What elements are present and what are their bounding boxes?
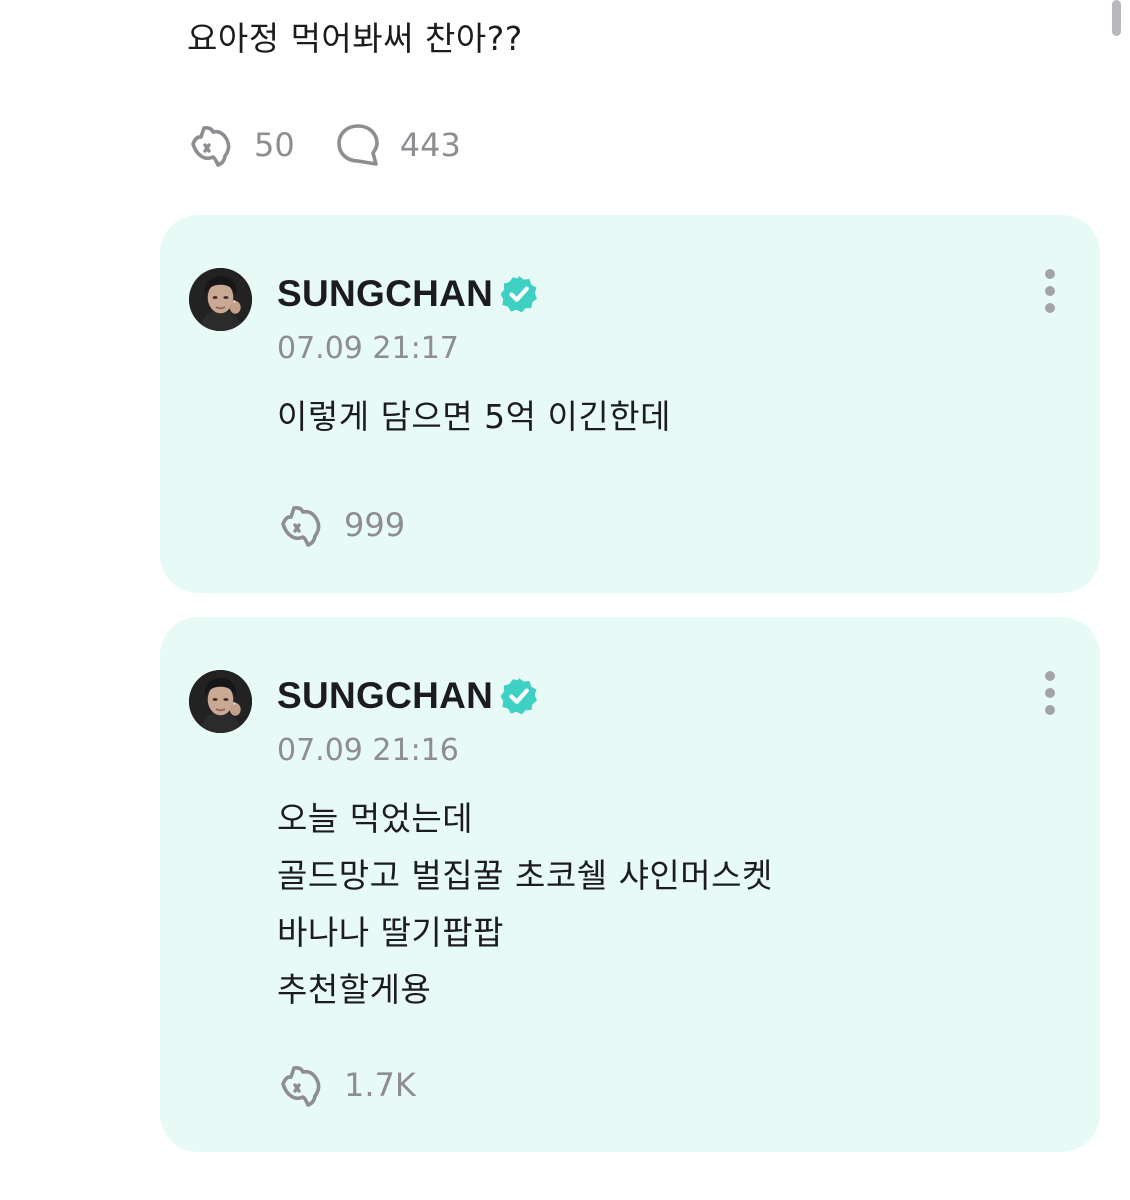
post-comment-button[interactable]: 443 — [333, 120, 461, 170]
star-hand-icon — [187, 120, 237, 170]
post-comment-count: 443 — [399, 126, 461, 164]
reply-like-count: 1.7K — [344, 1066, 416, 1104]
verified-badge-icon — [499, 274, 539, 314]
reply-card: SUNGCHAN 07.09 21:17 이렇게 담으면 5억 이긴한데 999 — [160, 215, 1100, 593]
star-hand-icon — [277, 500, 327, 550]
dot — [1045, 688, 1055, 698]
more-options-button[interactable] — [1032, 269, 1068, 319]
reply-author[interactable]: SUNGCHAN — [277, 271, 539, 317]
reply-author[interactable]: SUNGCHAN — [277, 673, 539, 719]
post-actions: 50 443 — [187, 120, 461, 170]
dot — [1045, 303, 1055, 313]
reply-like-button[interactable]: 999 — [277, 500, 405, 550]
dot — [1045, 269, 1055, 279]
dot — [1045, 286, 1055, 296]
profile-photo — [189, 670, 252, 733]
reply-body: 이렇게 담으면 5억 이긴한데 — [277, 397, 671, 436]
reply-body: 오늘 먹었는데 골드망고 벌집꿀 초코쉘 샤인머스켓 바나나 딸기팝팝 추천할게… — [277, 799, 773, 1009]
post-text: 요아정 먹어봐써 찬아?? — [187, 19, 523, 58]
profile-photo — [189, 268, 252, 331]
speech-bubble-icon — [333, 120, 383, 170]
star-hand-icon — [277, 1060, 327, 1110]
post-like-count: 50 — [254, 126, 295, 164]
author-name: SUNGCHAN — [277, 675, 494, 716]
reply-timestamp: 07.09 21:17 — [277, 331, 459, 366]
scrollbar-thumb[interactable] — [1112, 0, 1121, 36]
post-like-button[interactable]: 50 — [187, 120, 295, 170]
dot — [1045, 705, 1055, 715]
reply-like-button[interactable]: 1.7K — [277, 1060, 416, 1110]
reply-like-count: 999 — [344, 506, 406, 544]
verified-badge-icon — [499, 676, 539, 716]
author-name: SUNGCHAN — [277, 273, 494, 314]
avatar[interactable] — [189, 268, 252, 331]
reply-timestamp: 07.09 21:16 — [277, 733, 459, 768]
more-options-button[interactable] — [1032, 671, 1068, 721]
dot — [1045, 671, 1055, 681]
avatar[interactable] — [189, 670, 252, 733]
reply-card: SUNGCHAN 07.09 21:16 오늘 먹었는데 골드망고 벌집꿀 초코… — [160, 617, 1100, 1152]
